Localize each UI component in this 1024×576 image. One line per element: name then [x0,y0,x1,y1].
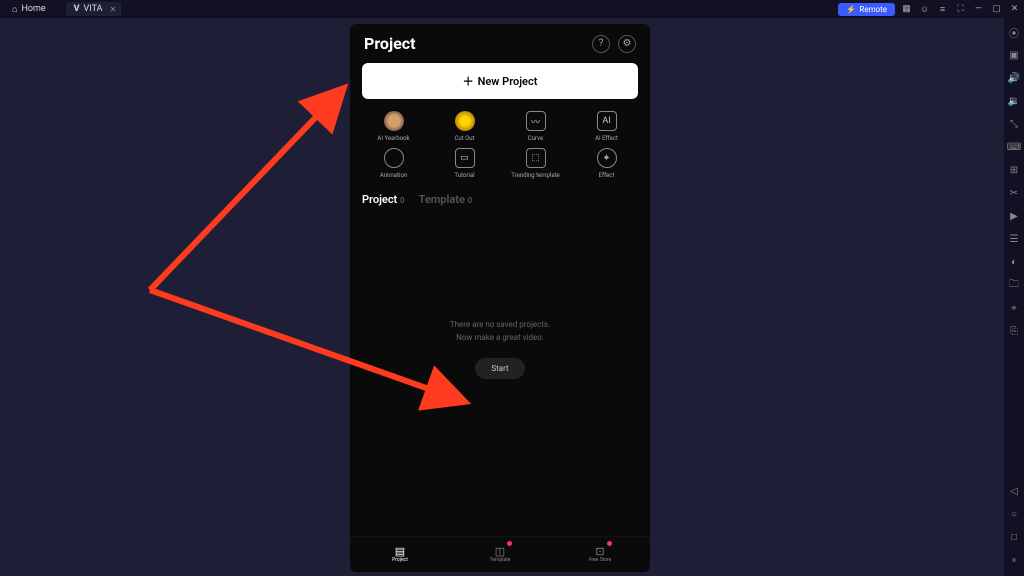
maximize-icon[interactable]: ▢ [991,4,1002,15]
app-icon: V [74,4,80,14]
empty-state: There are no saved projects. Now make a … [350,162,650,536]
page-title: Project [364,34,416,53]
recent-icon[interactable]: □ [1008,531,1020,543]
feature-ai-yearbook[interactable]: AI Yearbook [358,111,429,142]
nav-project[interactable]: ▤ Project [350,537,450,572]
avatar-icon [455,111,475,131]
app-header: Project ? ⚙ [350,24,650,63]
window-topbar: ⌂ Home V VITA ✕ ⚡ Remote ▦ ☺ ≡ ⛶ — ▢ ✕ [0,0,1024,18]
shuffle-icon[interactable]: ⤡ [1008,118,1020,130]
bottom-nav: ▤ Project ◫ Template ⊡ Free Store [350,536,650,572]
layers-icon: ◫ [493,546,507,556]
play-icon[interactable]: ▶ [1008,210,1020,222]
feature-ai-effect[interactable]: AI AI Effect [571,111,642,142]
menu-icon[interactable]: ≡ [937,4,948,15]
fullscreen-icon[interactable]: ⛶ [955,4,966,15]
lightning-icon: ⚡ [846,5,856,14]
empty-line-1: There are no saved projects. [450,320,550,329]
avatar-icon [384,111,404,131]
remote-label: Remote [859,5,887,14]
window-close-icon[interactable]: ✕ [1009,4,1020,15]
remote-button[interactable]: ⚡ Remote [838,3,895,16]
folder-icon[interactable]: 🗀 [1008,279,1020,291]
settings-icon[interactable]: ⚙ [618,35,636,53]
app-phone-frame: Project ? ⚙ ＋ New Project AI Yearbook Cu… [350,24,650,572]
collapse-icon[interactable]: « [1008,554,1020,566]
tab-app[interactable]: V VITA ✕ [66,2,121,16]
cut-icon[interactable]: ✂ [1008,187,1020,199]
tab-home[interactable]: ⌂ Home [4,2,54,17]
back-icon[interactable]: ◁ [1008,485,1020,497]
copy-icon[interactable]: ⎘ [1008,325,1020,337]
close-icon[interactable]: ✕ [110,5,117,14]
home-nav-icon[interactable]: ○ [1008,508,1020,520]
new-project-label: New Project [478,75,538,88]
contrast-icon[interactable]: ◐ [1008,256,1020,268]
topbar-actions: ▦ ☺ ≡ ⛶ — ▢ ✕ [901,4,1020,15]
feature-cut-out[interactable]: Cut Out [429,111,500,142]
plus-icon: ＋ [463,73,474,89]
help-icon[interactable]: ? [592,35,610,53]
volume-up-icon[interactable]: 🔊 [1008,72,1020,84]
tab-app-label: VITA [84,4,103,14]
minimize-icon[interactable]: — [973,4,984,15]
user-icon[interactable]: ☺ [919,4,930,15]
nav-template[interactable]: ◫ Template [450,537,550,572]
keyboard-icon[interactable]: ⌨ [1008,141,1020,153]
film-icon: ▤ [393,546,407,556]
notification-dot [607,541,612,546]
new-project-button[interactable]: ＋ New Project [362,63,638,99]
gallery-icon[interactable]: ⊞ [1008,164,1020,176]
notification-dot [507,541,512,546]
volume-down-icon[interactable]: 🔉 [1008,95,1020,107]
empty-line-2: Now make a great video. [456,333,544,342]
tab-home-label: Home [21,4,45,14]
list-icon[interactable]: ☰ [1008,233,1020,245]
start-button[interactable]: Start [475,358,524,379]
ai-effect-icon: AI [597,111,617,131]
right-toolbar: ⦿ ▣ 🔊 🔉 ⤡ ⌨ ⊞ ✂ ▶ ☰ ◐ 🗀 ⌖ ⎘ ◁ ○ □ « [1004,18,1024,576]
home-icon: ⌂ [12,4,17,15]
store-icon: ⊡ [593,546,607,556]
grid-icon[interactable]: ▦ [901,4,912,15]
location-icon[interactable]: ⌖ [1008,302,1020,314]
record-icon[interactable]: ⦿ [1008,26,1020,38]
nav-freestore[interactable]: ⊡ Free Store [550,537,650,572]
feature-curve[interactable]: 〰 Curve [500,111,571,142]
curve-icon: 〰 [526,111,546,131]
capture-icon[interactable]: ▣ [1008,49,1020,61]
